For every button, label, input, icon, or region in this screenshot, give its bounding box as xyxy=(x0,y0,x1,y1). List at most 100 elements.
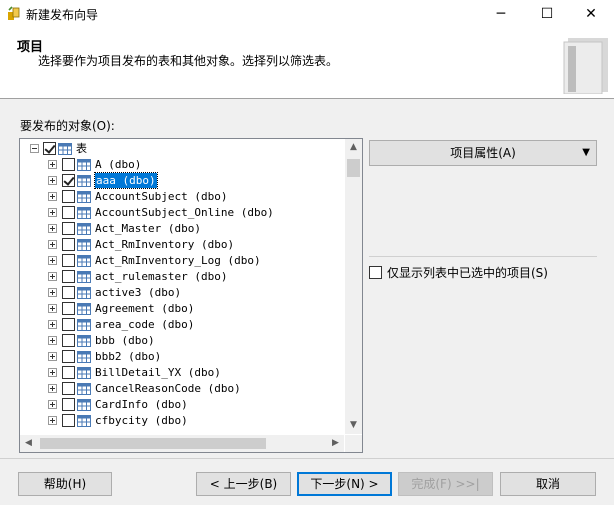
expand-icon[interactable] xyxy=(48,192,57,201)
expand-icon[interactable] xyxy=(48,416,57,425)
tree-item-label[interactable]: AccountSubject_Online (dbo) xyxy=(95,205,274,220)
tree-item[interactable]: Act_RmInventory (dbo) xyxy=(20,237,344,253)
tree-item[interactable]: cfbycity (dbo) xyxy=(20,413,344,429)
item-checkbox[interactable] xyxy=(62,398,75,411)
only-selected-checkbox[interactable] xyxy=(369,266,382,279)
item-checkbox[interactable] xyxy=(62,270,75,283)
item-checkbox[interactable] xyxy=(62,302,75,315)
tree-item-label[interactable]: cfbycity (dbo) xyxy=(95,413,188,428)
tree-item[interactable]: area_code (dbo) xyxy=(20,317,344,333)
expand-icon[interactable] xyxy=(48,352,57,361)
tree-item-label[interactable]: aaa (dbo) xyxy=(94,172,158,189)
objects-tree[interactable]: 表 A (dbo) aaa (dbo) AccountSubject (dbo) Ac… xyxy=(19,138,363,453)
horizontal-scrollbar[interactable]: ◀ ▶ xyxy=(20,435,344,452)
tree-item[interactable]: CancelReasonCode (dbo) xyxy=(20,381,344,397)
item-checkbox[interactable] xyxy=(62,286,75,299)
maximize-button[interactable]: ☐ xyxy=(524,0,570,28)
item-checkbox[interactable] xyxy=(62,238,75,251)
tree-item-label[interactable]: area_code (dbo) xyxy=(95,317,194,332)
item-checkbox[interactable] xyxy=(62,318,75,331)
close-button[interactable]: ✕ xyxy=(568,0,614,28)
expand-icon[interactable] xyxy=(48,224,57,233)
tree-item-label[interactable]: BillDetail_YX (dbo) xyxy=(95,365,221,380)
table-icon xyxy=(77,223,91,235)
expand-icon[interactable] xyxy=(48,336,57,345)
tree-item[interactable]: AccountSubject (dbo) xyxy=(20,189,344,205)
tree-item[interactable]: Act_Master (dbo) xyxy=(20,221,344,237)
root-checkbox[interactable] xyxy=(43,142,56,155)
tree-item-label[interactable]: bbb (dbo) xyxy=(95,333,155,348)
collapse-icon[interactable] xyxy=(30,144,39,153)
expand-icon[interactable] xyxy=(48,176,57,185)
tree-item-label[interactable]: Act_Master (dbo) xyxy=(95,221,201,236)
expand-icon[interactable] xyxy=(48,240,57,249)
table-icon xyxy=(77,159,91,171)
table-icon xyxy=(58,143,72,155)
tree-item-label[interactable]: Act_RmInventory_Log (dbo) xyxy=(95,253,261,268)
expand-icon[interactable] xyxy=(48,272,57,281)
expand-icon[interactable] xyxy=(48,160,57,169)
expand-icon[interactable] xyxy=(48,256,57,265)
tree-item[interactable]: bbb (dbo) xyxy=(20,333,344,349)
scroll-down-icon[interactable]: ▼ xyxy=(345,417,362,434)
back-button[interactable]: < 上一步(B) xyxy=(196,472,291,496)
item-checkbox[interactable] xyxy=(62,350,75,363)
table-icon xyxy=(77,399,91,411)
horizontal-scroll-thumb[interactable] xyxy=(40,438,266,449)
table-icon xyxy=(77,207,91,219)
tree-item[interactable]: active3 (dbo) xyxy=(20,285,344,301)
expand-icon[interactable] xyxy=(48,320,57,329)
item-properties-button[interactable]: 项目属性(A) ▼ xyxy=(369,140,597,166)
expand-icon[interactable] xyxy=(48,208,57,217)
tree-item[interactable]: Agreement (dbo) xyxy=(20,301,344,317)
root-label: 表 xyxy=(76,142,87,155)
item-checkbox[interactable] xyxy=(62,158,75,171)
tree-item-label[interactable]: active3 (dbo) xyxy=(95,285,181,300)
vertical-scroll-thumb[interactable] xyxy=(347,159,360,177)
item-checkbox[interactable] xyxy=(62,254,75,267)
expand-icon[interactable] xyxy=(48,288,57,297)
next-button[interactable]: 下一步(N) > xyxy=(297,472,392,496)
tree-item-label[interactable]: act_rulemaster (dbo) xyxy=(95,269,227,284)
help-button[interactable]: 帮助(H) xyxy=(18,472,112,496)
expand-icon[interactable] xyxy=(48,368,57,377)
item-checkbox[interactable] xyxy=(62,414,75,427)
tree-item-label[interactable]: AccountSubject (dbo) xyxy=(95,189,227,204)
tree-item[interactable]: bbb2 (dbo) xyxy=(20,349,344,365)
scroll-right-icon[interactable]: ▶ xyxy=(327,435,344,452)
tree-item[interactable]: A (dbo) xyxy=(20,157,344,173)
item-checkbox[interactable] xyxy=(62,334,75,347)
item-checkbox[interactable] xyxy=(62,382,75,395)
expand-icon[interactable] xyxy=(48,304,57,313)
item-checkbox[interactable] xyxy=(62,190,75,203)
item-checkbox[interactable] xyxy=(62,206,75,219)
scroll-left-icon[interactable]: ◀ xyxy=(20,435,37,452)
expand-icon[interactable] xyxy=(48,400,57,409)
cancel-button[interactable]: 取消 xyxy=(500,472,596,496)
tree-item[interactable]: Act_RmInventory_Log (dbo) xyxy=(20,253,344,269)
tree-item-label[interactable]: CancelReasonCode (dbo) xyxy=(95,381,241,396)
finish-button[interactable]: 完成(F) >>| xyxy=(398,472,493,496)
tree-root-tables[interactable]: 表 xyxy=(20,141,344,157)
wizard-header: 项目 选择要作为项目发布的表和其他对象。选择列以筛选表。 xyxy=(0,28,614,99)
tree-item[interactable]: act_rulemaster (dbo) xyxy=(20,269,344,285)
tree-item[interactable]: AccountSubject_Online (dbo) xyxy=(20,205,344,221)
tree-item-label[interactable]: Agreement (dbo) xyxy=(95,301,194,316)
tree-item-label[interactable]: bbb2 (dbo) xyxy=(95,349,161,364)
properties-panel xyxy=(369,170,597,255)
tree-item[interactable]: CardInfo (dbo) xyxy=(20,397,344,413)
tree-item[interactable]: BillDetail_YX (dbo) xyxy=(20,365,344,381)
tree-item-label[interactable]: CardInfo (dbo) xyxy=(95,397,188,412)
table-icon xyxy=(77,303,91,315)
tree-item[interactable]: aaa (dbo) xyxy=(20,172,344,189)
expand-icon[interactable] xyxy=(48,384,57,393)
item-checkbox[interactable] xyxy=(62,222,75,235)
tree-item-label[interactable]: A (dbo) xyxy=(95,157,141,172)
scroll-up-icon[interactable]: ▲ xyxy=(345,139,362,156)
vertical-scrollbar[interactable]: ▲ ▼ xyxy=(345,139,362,434)
item-checkbox[interactable] xyxy=(62,174,75,187)
minimize-button[interactable]: ─ xyxy=(478,0,524,28)
only-selected-label[interactable]: 仅显示列表中已选中的项目(S) xyxy=(387,264,548,281)
tree-item-label[interactable]: Act_RmInventory (dbo) xyxy=(95,237,234,252)
item-checkbox[interactable] xyxy=(62,366,75,379)
